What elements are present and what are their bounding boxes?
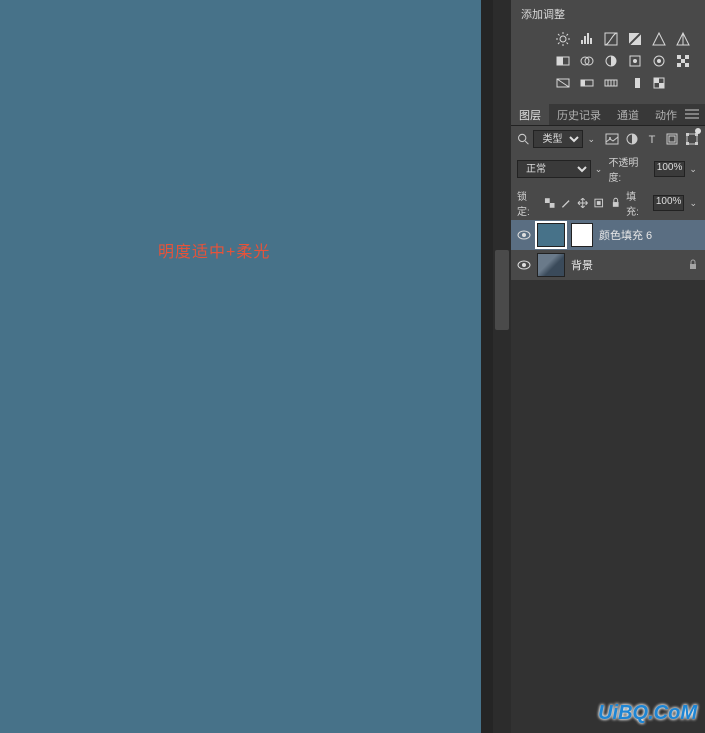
adjustments-panel: 添加调整 xyxy=(511,0,705,104)
selective-color-icon[interactable] xyxy=(603,75,619,91)
lock-label: 锁定: xyxy=(517,188,539,218)
panel-menu-icon[interactable] xyxy=(685,109,699,122)
scrollbar-thumb[interactable] xyxy=(495,250,509,330)
blend-mode-select[interactable]: 正常 xyxy=(517,160,591,178)
layer-mask-thumbnail[interactable] xyxy=(571,223,593,247)
layers-list: 颜色填充 6 背景 xyxy=(511,220,705,280)
adjustments-row-3 xyxy=(549,72,697,94)
lock-artboard-icon[interactable] xyxy=(593,197,604,209)
filter-smart-icon[interactable] xyxy=(685,132,699,146)
filter-kind-select[interactable]: 类型 xyxy=(533,130,583,148)
lock-position-icon[interactable] xyxy=(577,197,588,209)
layer-item[interactable]: 背景 xyxy=(511,250,705,280)
svg-text:T: T xyxy=(649,134,656,146)
tab-channels[interactable]: 通道 xyxy=(609,104,647,125)
annotation-text: 明度适中+柔光 xyxy=(158,238,270,262)
pattern-icon[interactable] xyxy=(651,75,667,91)
filter-shape-icon[interactable] xyxy=(665,132,679,146)
tab-layers[interactable]: 图层 xyxy=(511,104,549,125)
filter-text-icon[interactable]: T xyxy=(645,132,659,146)
layer-name[interactable]: 背景 xyxy=(571,257,681,273)
panel-tabs: 图层 历史记录 通道 动作 xyxy=(511,104,705,126)
layer-thumbnail[interactable] xyxy=(537,253,565,277)
channel-mixer-icon[interactable] xyxy=(603,53,619,69)
adjustments-row-1 xyxy=(549,28,697,50)
invert-icon[interactable] xyxy=(651,53,667,69)
visibility-eye-icon[interactable] xyxy=(517,228,531,242)
chevron-down-icon[interactable]: ⌄ xyxy=(689,198,699,209)
opacity-label: 不透明度: xyxy=(608,154,649,184)
lock-icon xyxy=(687,259,699,271)
tab-actions[interactable]: 动作 xyxy=(647,104,685,125)
chevron-down-icon[interactable]: ⌄ xyxy=(587,134,595,145)
adjustments-title: 添加调整 xyxy=(519,6,697,22)
blend-mode-row: 正常 ⌄ 不透明度: 100% ⌄ xyxy=(511,152,705,186)
visibility-eye-icon[interactable] xyxy=(517,258,531,272)
bw-icon[interactable] xyxy=(555,53,571,69)
search-icon xyxy=(517,130,529,148)
exposure-icon[interactable] xyxy=(627,31,643,47)
chevron-down-icon[interactable]: ⌄ xyxy=(595,164,605,175)
lock-all-icon[interactable] xyxy=(610,197,621,209)
chevron-down-icon[interactable]: ⌄ xyxy=(689,164,699,175)
watermark-text: UiBQ.CoM xyxy=(598,702,697,725)
layers-empty-area[interactable] xyxy=(511,280,705,733)
filter-adjustment-icon[interactable] xyxy=(625,132,639,146)
adjustments-row-2 xyxy=(549,50,697,72)
panel-divider xyxy=(481,0,494,733)
lock-row: 锁定: 填充: 100% ⌄ xyxy=(511,186,705,220)
layer-name[interactable]: 颜色填充 6 xyxy=(599,227,699,243)
layer-filter-row: 类型 ⌄ T xyxy=(511,126,705,152)
photo-filter-icon[interactable] xyxy=(579,53,595,69)
posterize-icon[interactable] xyxy=(675,53,691,69)
vertical-scrollbar[interactable] xyxy=(493,0,511,733)
brightness-icon[interactable] xyxy=(555,31,571,47)
threshold-icon[interactable] xyxy=(555,75,571,91)
canvas-area[interactable]: 明度适中+柔光 xyxy=(0,0,481,733)
layer-item[interactable]: 颜色填充 6 xyxy=(511,220,705,250)
fill-label: 填充: xyxy=(626,188,648,218)
filter-icons: T xyxy=(605,132,699,146)
gradient-map-icon[interactable] xyxy=(579,75,595,91)
hue-icon[interactable] xyxy=(675,31,691,47)
curves-icon[interactable] xyxy=(603,31,619,47)
solid-icon[interactable] xyxy=(627,75,643,91)
opacity-value[interactable]: 100% xyxy=(654,161,686,177)
layer-thumbnail[interactable] xyxy=(537,223,565,247)
vibrance-icon[interactable] xyxy=(651,31,667,47)
lock-pixels-icon[interactable] xyxy=(560,197,571,209)
filter-image-icon[interactable] xyxy=(605,132,619,146)
tab-history[interactable]: 历史记录 xyxy=(549,104,609,125)
color-lookup-icon[interactable] xyxy=(627,53,643,69)
lock-transparency-icon[interactable] xyxy=(544,197,555,209)
right-panels: 添加调整 图层 历史记录 通道 动作 xyxy=(511,0,705,733)
filter-toggle-dot[interactable] xyxy=(695,128,701,134)
fill-value[interactable]: 100% xyxy=(653,195,685,211)
levels-icon[interactable] xyxy=(579,31,595,47)
